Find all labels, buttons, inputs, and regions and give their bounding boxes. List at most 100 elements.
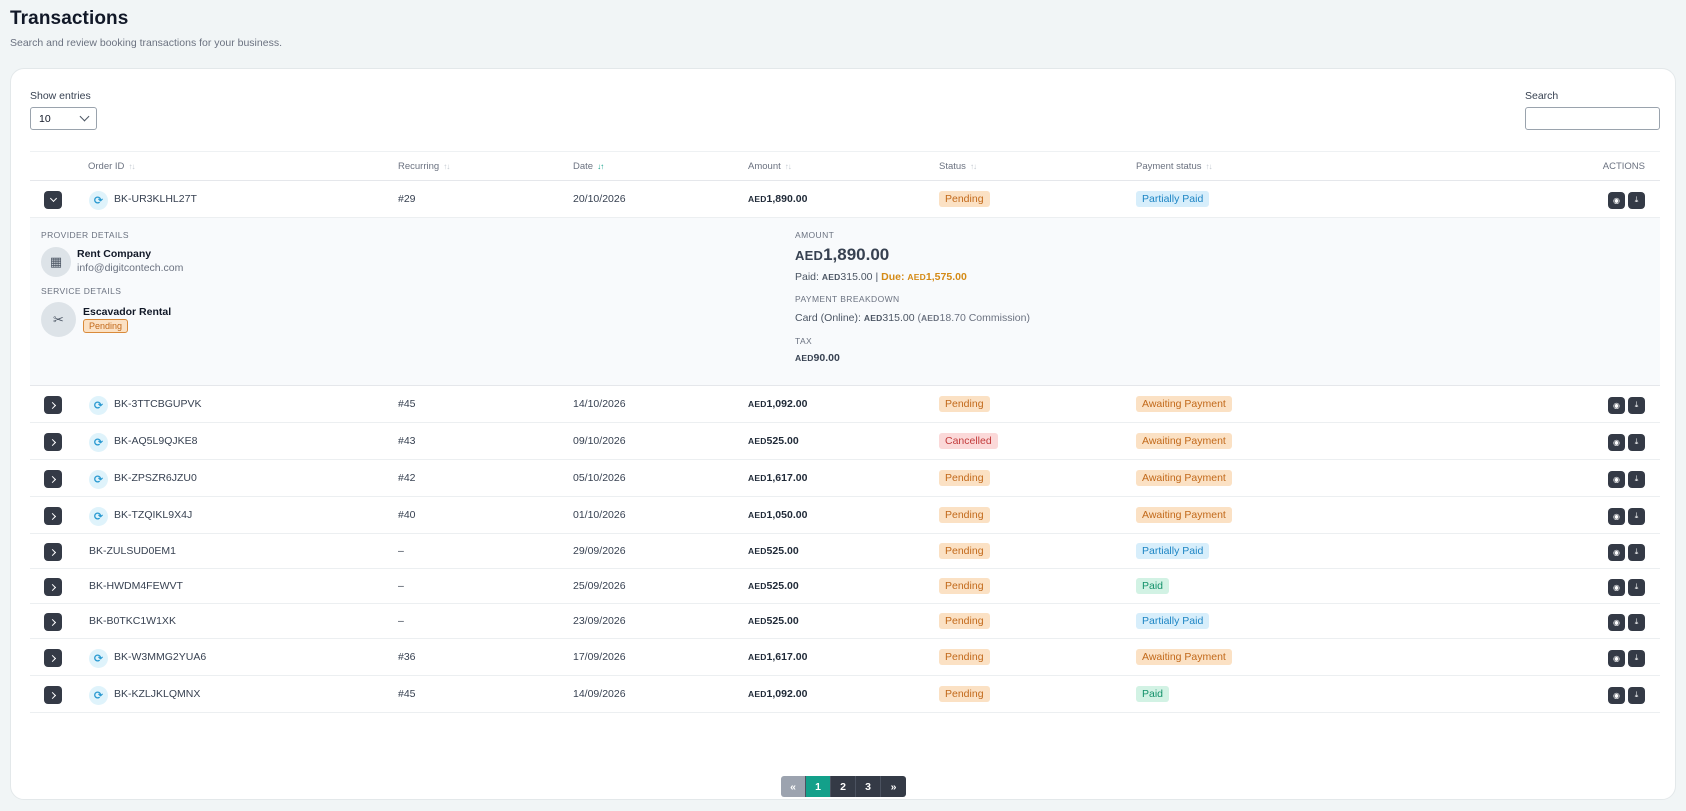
download-button[interactable]: ⤓: [1628, 649, 1645, 667]
download-button[interactable]: ⤓: [1628, 543, 1645, 561]
sort-icon: ↑↓: [443, 162, 450, 171]
order-id: BK-ZPSZR6JZU0: [114, 472, 197, 484]
search-label: Search: [1525, 90, 1559, 102]
expand-row-button[interactable]: [44, 543, 62, 561]
amount-value: AED1,050.00: [748, 509, 807, 521]
table-row: ⟳ BK-KZLJKLQMNX #45 14/09/2026 AED1,092.…: [30, 676, 1660, 713]
expand-row-button[interactable]: [44, 191, 62, 209]
view-button[interactable]: ◉: [1608, 191, 1625, 209]
view-button[interactable]: ◉: [1608, 578, 1625, 596]
eye-icon: ◉: [1613, 195, 1620, 205]
column-header-order-id[interactable]: Order ID ↑↓: [88, 161, 135, 172]
pagination-page-1[interactable]: 1: [806, 776, 831, 797]
view-button[interactable]: ◉: [1608, 649, 1625, 667]
expand-row-button[interactable]: [44, 613, 62, 631]
download-button[interactable]: ⤓: [1628, 191, 1645, 209]
view-button[interactable]: ◉: [1608, 433, 1625, 451]
download-icon: ⤓: [1634, 582, 1639, 591]
expand-row-button[interactable]: [44, 649, 62, 667]
amount-number: 525.00: [766, 545, 799, 557]
status-badge: Pending: [939, 396, 990, 412]
provider-email: info@digitcontech.com: [77, 262, 184, 274]
chevron-right-icon: [48, 475, 57, 483]
expand-row-button[interactable]: [44, 507, 62, 525]
download-button[interactable]: ⤓: [1628, 507, 1645, 525]
payment-status-badge: Partially Paid: [1136, 543, 1210, 559]
tax-value: 90.00: [813, 352, 840, 364]
date-value: 25/09/2026: [573, 580, 626, 592]
date-value: 14/10/2026: [573, 398, 626, 410]
pagination-next-button[interactable]: »: [881, 776, 906, 797]
table-row: ⟳ BK-AQ5L9QJKE8 #43 09/10/2026 AED525.00…: [30, 423, 1660, 460]
eye-icon: ◉: [1613, 437, 1620, 447]
row-actions: ◉ ⤓: [1608, 507, 1645, 525]
date-value: 14/09/2026: [573, 688, 626, 700]
sort-icon: ↑↓: [969, 162, 977, 171]
page-title: Transactions: [10, 8, 129, 29]
amount-value: AED525.00: [748, 435, 799, 447]
payment-status-cell: Partially Paid: [1136, 613, 1210, 629]
download-button[interactable]: ⤓: [1628, 686, 1645, 704]
show-entries-select[interactable]: 10: [30, 107, 97, 130]
view-button[interactable]: ◉: [1608, 507, 1625, 525]
pagination-page-3[interactable]: 3: [856, 776, 881, 797]
show-entries-label: Show entries: [30, 90, 91, 102]
download-icon: ⤓: [1634, 474, 1639, 483]
column-header-status[interactable]: Status ↑↓: [939, 161, 977, 172]
pagination-page-2[interactable]: 2: [831, 776, 856, 797]
status-badge: Pending: [939, 686, 990, 702]
download-icon: ⤓: [1634, 653, 1639, 662]
search-input[interactable]: [1525, 107, 1660, 130]
status-cell: Pending: [939, 613, 990, 629]
pagination-prev-button[interactable]: «: [781, 776, 806, 797]
expand-row-button[interactable]: [44, 433, 62, 451]
download-icon: ⤓: [1634, 617, 1639, 626]
row-actions: ◉ ⤓: [1608, 649, 1645, 667]
amount-total-number: 1,890.00: [823, 245, 890, 264]
order-id: BK-HWDM4FEWVT: [89, 580, 183, 592]
sort-icon: ↑↓: [784, 162, 792, 171]
download-button[interactable]: ⤓: [1628, 396, 1645, 414]
order-id: BK-W3MMG2YUA6: [114, 651, 207, 663]
eye-icon: ◉: [1613, 653, 1620, 663]
expand-row-button[interactable]: [44, 470, 62, 488]
view-button[interactable]: ◉: [1608, 396, 1625, 414]
download-button[interactable]: ⤓: [1628, 470, 1645, 488]
row-actions: ◉ ⤓: [1608, 191, 1645, 209]
chevron-right-icon: [48, 401, 57, 409]
column-header-payment-status[interactable]: Payment status ↑↓: [1136, 161, 1212, 172]
download-button[interactable]: ⤓: [1628, 613, 1645, 631]
status-cell: Pending: [939, 649, 990, 665]
column-label: Payment status: [1136, 161, 1202, 172]
view-button[interactable]: ◉: [1608, 613, 1625, 631]
recurring-value: #45: [398, 398, 416, 410]
status-cell: Pending: [939, 507, 990, 523]
search-control: Search: [1525, 90, 1660, 130]
download-button[interactable]: ⤓: [1628, 578, 1645, 596]
view-button[interactable]: ◉: [1608, 686, 1625, 704]
currency-label: AED: [795, 353, 814, 363]
chevron-right-icon: [48, 548, 57, 556]
expand-row-button[interactable]: [44, 686, 62, 704]
table-row: ⟳ BK-UR3KLHL27T #29 20/10/2026 AED1,890.…: [30, 181, 1660, 218]
commission-label: Commission: [968, 312, 1027, 324]
eye-icon: ◉: [1613, 582, 1620, 592]
expand-row-button[interactable]: [44, 396, 62, 414]
column-header-recurring[interactable]: Recurring ↑↓: [398, 161, 450, 172]
paid-amount: 315.00: [840, 271, 873, 283]
recurring-value: #42: [398, 472, 416, 484]
view-button[interactable]: ◉: [1608, 470, 1625, 488]
amount-total: AED1,890.00: [795, 245, 889, 265]
commission-amount: 18.70: [939, 312, 966, 324]
sort-icon: ↑↓: [1205, 162, 1212, 171]
payment-status-cell: Paid: [1136, 578, 1170, 594]
column-header-date[interactable]: Date ↓↑: [573, 161, 604, 172]
download-button[interactable]: ⤓: [1628, 433, 1645, 451]
provider-details-heading: PROVIDER DETAILS: [41, 230, 129, 240]
amount-value: AED1,617.00: [748, 472, 807, 484]
view-button[interactable]: ◉: [1608, 543, 1625, 561]
breakdown-method: Card (Online):: [795, 312, 861, 324]
expand-row-button[interactable]: [44, 578, 62, 596]
column-header-amount[interactable]: Amount ↑↓: [748, 161, 792, 172]
payment-status-cell: Awaiting Payment: [1136, 470, 1232, 486]
